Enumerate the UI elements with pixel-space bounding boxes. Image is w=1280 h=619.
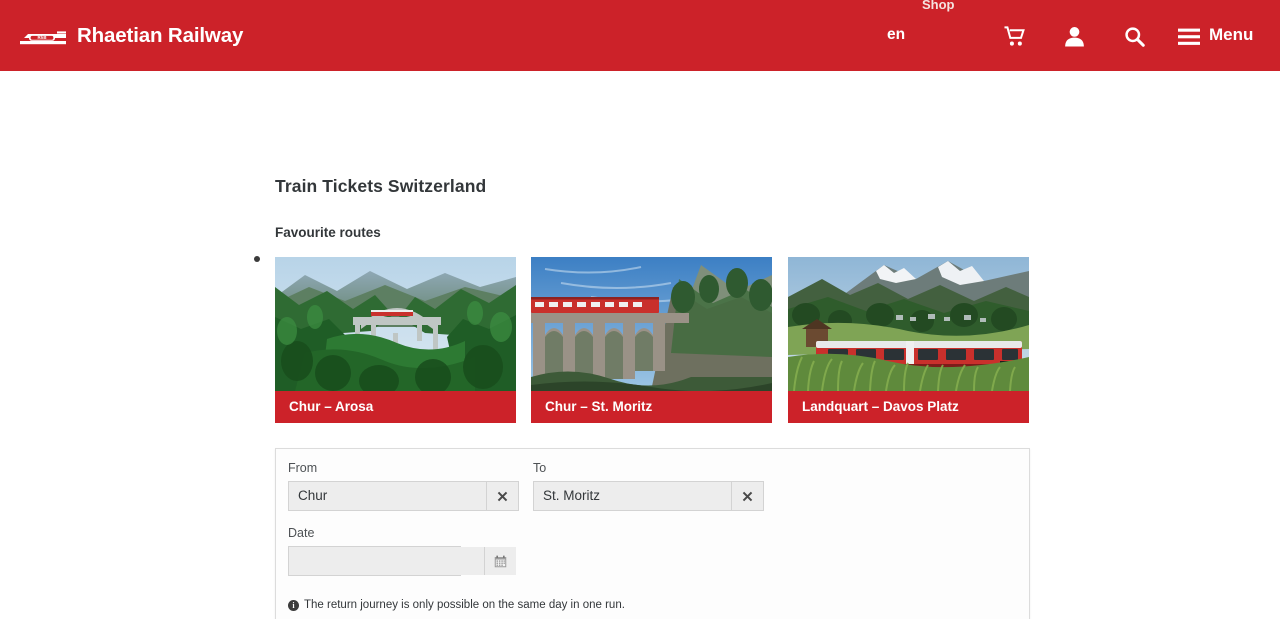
date-input[interactable] (289, 547, 484, 575)
search-icon[interactable] (1121, 24, 1147, 48)
route-image-langwies-viaduct (275, 257, 516, 391)
user-account-icon[interactable] (1061, 24, 1087, 48)
page-title: Train Tickets Switzerland (275, 175, 487, 196)
return-journey-info: i The return journey is only possible on… (288, 597, 625, 613)
rhb-train-logo-icon: RhB (16, 26, 68, 46)
route-card-chur-arosa[interactable]: Chur – Arosa (275, 257, 516, 423)
shopping-cart-icon[interactable] (1001, 24, 1027, 48)
language-selector[interactable]: en (887, 27, 905, 43)
main-content: Train Tickets Switzerland Favourite rout… (0, 71, 1280, 619)
from-clear-x-icon[interactable] (486, 482, 518, 510)
date-input-group (288, 546, 516, 576)
from-input-group (288, 481, 519, 511)
from-field-label: From (288, 461, 318, 475)
to-field-label: To (533, 461, 547, 475)
ticket-booking-form: From To Date (275, 448, 1030, 619)
brand-name: Rhaetian Railway (77, 24, 244, 47)
brand-logo-link[interactable]: RhB Rhaetian Railway (16, 22, 243, 50)
route-card-chur-st-moritz[interactable]: Chur – St. Moritz (531, 257, 772, 423)
date-field-label: Date (288, 526, 315, 540)
route-image-landwasser-viaduct (531, 257, 772, 391)
route-label: Chur – Arosa (275, 391, 516, 423)
route-card-landquart-davos-platz[interactable]: Landquart – Davos Platz (788, 257, 1029, 423)
to-station-input[interactable] (534, 482, 731, 510)
route-label: Chur – St. Moritz (531, 391, 772, 423)
to-clear-x-icon[interactable] (731, 482, 763, 510)
hamburger-menu-icon[interactable] (1176, 25, 1202, 49)
shop-link[interactable]: Shop (922, 0, 955, 11)
info-circle-icon: i (288, 599, 299, 611)
route-label: Landquart – Davos Platz (788, 391, 1029, 423)
menu-label[interactable]: Menu (1209, 26, 1253, 44)
route-image-valley-train (788, 257, 1029, 391)
site-header: RhB Rhaetian Railway Shop en Menu (0, 0, 1280, 71)
favourite-routes-list: Chur – Arosa Chur – St. Moritz Landquart… (275, 257, 1035, 423)
info-message: The return journey is only possible on t… (304, 599, 625, 611)
calendar-icon[interactable] (484, 547, 516, 575)
svg-text:RhB: RhB (37, 35, 46, 40)
from-station-input[interactable] (289, 482, 486, 510)
to-input-group (533, 481, 764, 511)
list-bullet-marker (254, 256, 260, 262)
favourite-routes-heading: Favourite routes (275, 225, 381, 241)
